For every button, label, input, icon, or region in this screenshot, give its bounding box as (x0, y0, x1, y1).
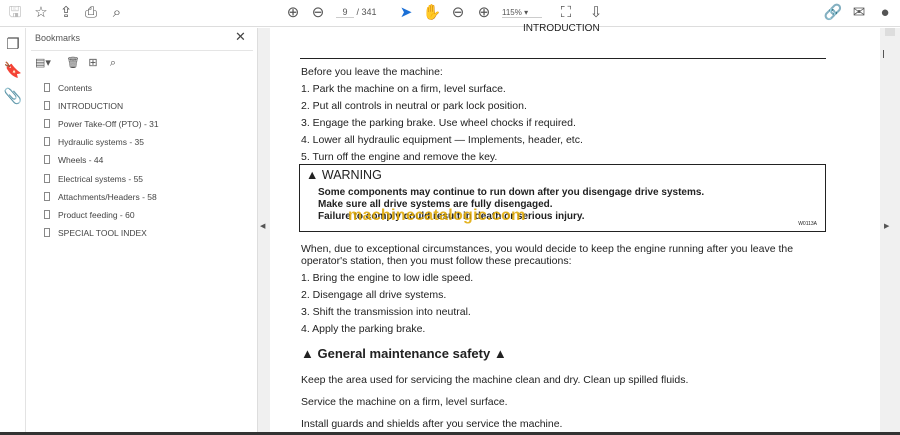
bookmark-item[interactable]: SPECIAL TOOL INDEX (44, 226, 147, 240)
bookmark-icon (44, 101, 50, 110)
zoom-select[interactable]: 115% ▾ (502, 8, 542, 18)
fit-page-icon[interactable]: ⛶ (556, 4, 576, 22)
bookmarks-title: Bookmarks (35, 33, 81, 43)
list-item: 1. Park the machine on a firm, level sur… (301, 83, 506, 95)
warning-title-text: WARNING (321, 168, 382, 182)
scroll-thumb[interactable] (883, 50, 884, 58)
warning-line: Some components may continue to run down… (318, 187, 705, 198)
bookmark-icon (44, 155, 50, 164)
collapse-arrow-icon[interactable]: ◀ (260, 222, 265, 230)
expand-arrow-icon[interactable]: ▶ (884, 222, 889, 230)
text: Keep the area used for servicing the mac… (301, 374, 689, 386)
share-link-icon[interactable]: 🔗 (823, 4, 843, 22)
list-item: 5. Turn off the engine and remove the ke… (301, 151, 498, 163)
hand-tool-icon[interactable]: ✋ (422, 4, 442, 22)
section-title: General maintenance safety (317, 346, 491, 361)
account-icon[interactable]: ● (875, 4, 895, 22)
bookmark-item[interactable]: Hydraulic systems - 35 (44, 135, 144, 149)
bookmark-label: INTRODUCTION (58, 101, 124, 111)
find-bookmark-icon[interactable]: ⌕ (103, 54, 123, 72)
text: Before you leave the machine: (301, 66, 443, 78)
bookmark-icon (44, 119, 50, 128)
page-indicator: 9 / 341 (336, 7, 377, 18)
save-icon[interactable]: 🖫 (5, 4, 25, 22)
bookmark-label: Product feeding - 60 (58, 210, 135, 220)
delete-icon[interactable]: 🗑 (63, 54, 83, 72)
page-total: / 341 (356, 7, 377, 17)
pages-icon[interactable]: ❐ (3, 36, 23, 54)
zoom-value: 115% (502, 8, 522, 17)
watermark: machinecatalogic.com (348, 207, 526, 224)
divider (300, 58, 826, 59)
bookmark-item[interactable]: Electrical systems - 55 (44, 172, 143, 186)
page-header: INTRODUCTION (523, 23, 600, 34)
text: Install guards and shields after you ser… (301, 418, 563, 430)
section-heading: ▲ General maintenance safety ▲ (301, 346, 507, 361)
bookmark-label: Contents (58, 83, 93, 93)
select-tool-icon[interactable]: ➤ (396, 4, 416, 22)
close-icon[interactable]: ✕ (235, 29, 246, 45)
bookmark-item[interactable]: Contents (44, 81, 92, 95)
list-item: 2. Put all controls in neutral or park l… (301, 100, 527, 112)
list-item: 2. Disengage all drive systems. (301, 289, 447, 301)
new-bookmark-icon[interactable]: ⊞ (83, 54, 103, 72)
zoom-out-icon[interactable]: ⊖ (448, 4, 468, 22)
bookmark-label: Power Take-Off (PTO) - 31 (58, 119, 159, 129)
bookmark-item[interactable]: Attachments/Headers - 58 (44, 190, 157, 204)
warning-icon: ▲ (301, 346, 314, 361)
bookmark-label: Wheels - 44 (58, 155, 104, 165)
bookmark-star-icon[interactable]: ☆ (31, 4, 51, 22)
bookmark-label: Electrical systems - 55 (58, 174, 144, 184)
toolbar: 🖫 ☆ ⇪ ⎙ ⌕ ⊕ ⊖ 9 / 341 ➤ ✋ ⊖ ⊕ 115% ▾ ⛶ ⇩… (0, 0, 900, 27)
warning-icon: ▲ (306, 168, 319, 182)
scroll-mode-icon[interactable]: ⇩ (586, 4, 606, 22)
bookmark-item[interactable]: Product feeding - 60 (44, 208, 135, 222)
bookmark-item[interactable]: Wheels - 44 (44, 153, 103, 167)
warning-icon: ▲ (493, 346, 507, 361)
bookmarks-panel: Bookmarks ✕ ▤▾ 🗑 ⊞ ⌕ Contents INTRODUCTI… (26, 28, 258, 432)
bookmark-label: SPECIAL TOOL INDEX (58, 228, 147, 238)
options-menu-icon[interactable]: ▤▾ (33, 54, 53, 72)
bookmark-icon (44, 174, 50, 183)
bookmark-icon (44, 83, 50, 92)
bookmark-icon (44, 228, 50, 237)
list-item: 4. Lower all hydraulic equipment — Imple… (301, 134, 583, 146)
bookmark-item[interactable]: Power Take-Off (PTO) - 31 (44, 117, 159, 131)
list-item: 1. Bring the engine to low idle speed. (301, 272, 474, 284)
bookmark-item[interactable]: INTRODUCTION (44, 99, 123, 113)
panel-splitter[interactable]: ◀ (258, 28, 270, 432)
bookmarks-icon[interactable]: 🔖 (3, 62, 23, 80)
bookmark-label: Attachments/Headers - 58 (58, 192, 157, 202)
text: operator's station, then you must follow… (301, 255, 572, 267)
upload-cloud-icon[interactable]: ⇪ (56, 4, 76, 22)
print-icon[interactable]: ⎙ (81, 4, 101, 22)
list-item: 3. Engage the parking brake. Use wheel c… (301, 117, 576, 129)
bookmark-icon (44, 210, 50, 219)
previous-page-icon[interactable]: ⊕ (283, 4, 303, 22)
scrollbar[interactable]: ▶ (880, 28, 900, 432)
left-rail: ❐ 🔖 📎 (0, 28, 26, 432)
warning-title: ▲ WARNING (306, 168, 382, 182)
list-item: 3. Shift the transmission into neutral. (301, 306, 471, 318)
text: Service the machine on a firm, level sur… (301, 396, 508, 408)
search-icon[interactable]: ⌕ (107, 4, 127, 22)
warning-box: ▲ WARNING Some components may continue t… (299, 164, 826, 232)
warning-code: W0113A (798, 221, 817, 227)
text: When, due to exceptional circumstances, … (301, 243, 794, 255)
bookmark-label: Hydraulic systems - 35 (58, 137, 144, 147)
next-page-icon[interactable]: ⊖ (308, 4, 328, 22)
bookmark-icon (44, 137, 50, 146)
zoom-in-icon[interactable]: ⊕ (474, 4, 494, 22)
email-icon[interactable]: ✉ (849, 4, 869, 22)
bookmarks-toolbar: ▤▾ 🗑 ⊞ ⌕ (31, 50, 253, 72)
bookmark-icon (44, 192, 50, 201)
page-number-input[interactable]: 9 (336, 7, 354, 18)
attachments-icon[interactable]: 📎 (3, 88, 23, 106)
list-item: 4. Apply the parking brake. (301, 323, 426, 335)
